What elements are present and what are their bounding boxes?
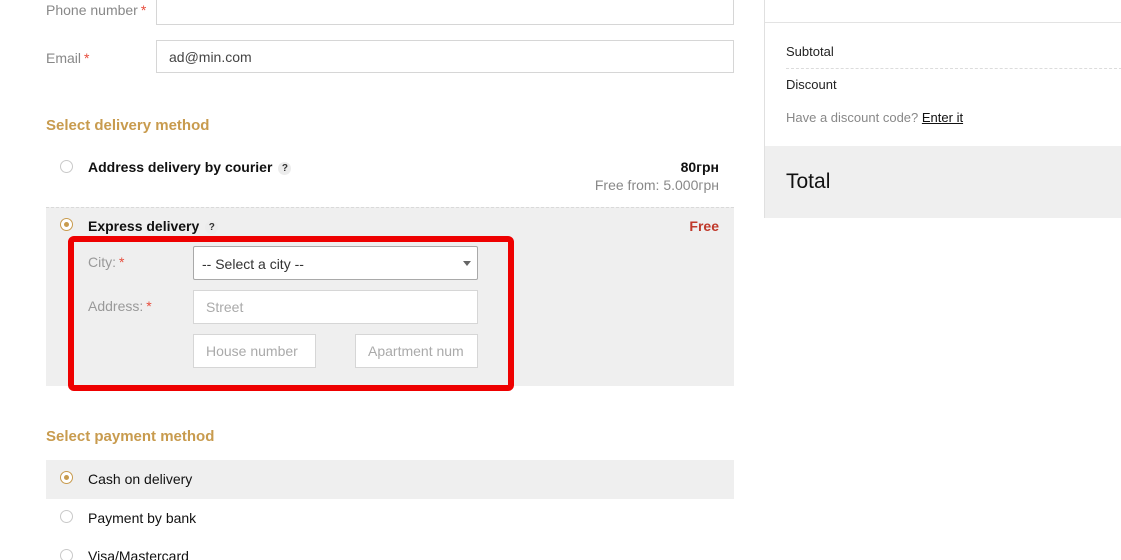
street-input[interactable] <box>193 290 478 324</box>
courier-price: 80грн <box>680 159 719 175</box>
payment-section-title: Select payment method <box>46 428 215 445</box>
email-label: Email * <box>46 50 89 66</box>
cash-label[interactable]: Cash on delivery <box>88 471 192 487</box>
summary-dashed-divider <box>786 68 1121 69</box>
express-help-icon[interactable]: ? <box>205 221 219 234</box>
checkout-page: Phone number* Email* Select delivery met… <box>0 0 1121 560</box>
total-label: Total <box>786 170 831 193</box>
enter-discount-link[interactable]: Enter it <box>922 110 963 125</box>
subtotal-label: Subtotal <box>786 44 834 59</box>
required-mark: * <box>146 298 152 314</box>
city-select[interactable]: -- Select a city -- <box>193 246 478 280</box>
phone-field[interactable] <box>156 0 734 25</box>
required-mark: * <box>140 2 147 18</box>
courier-label: Address delivery by courier <box>88 159 273 175</box>
bank-radio[interactable] <box>60 510 73 523</box>
cash-radio[interactable] <box>60 471 73 484</box>
phone-label-text: Phone number <box>46 2 138 18</box>
courier-radio[interactable] <box>60 160 73 173</box>
phone-label: Phone number * <box>46 2 146 18</box>
courier-option[interactable]: Address delivery by courier? <box>88 159 292 175</box>
city-select-value: -- Select a city -- <box>202 256 304 272</box>
express-label: Express delivery <box>88 218 200 234</box>
email-field[interactable] <box>156 40 734 73</box>
delivery-section-title: Select delivery method <box>46 117 210 134</box>
discount-label: Discount <box>786 77 837 92</box>
apartment-input[interactable] <box>355 334 478 368</box>
express-option[interactable]: Express delivery? <box>88 218 219 234</box>
order-summary: Subtotal Discount Have a discount code? … <box>764 0 1121 218</box>
total-band: Total <box>765 146 1121 218</box>
courier-free-from: Free from: 5.000грн <box>594 177 719 193</box>
required-mark: * <box>119 254 125 270</box>
card-label[interactable]: Visa/Mastercard <box>88 548 189 560</box>
house-number-input[interactable] <box>193 334 316 368</box>
discount-prompt-text: Have a discount code? <box>786 110 919 125</box>
city-label: City: * <box>88 254 124 270</box>
address-label-text: Address: <box>88 298 144 314</box>
express-radio[interactable] <box>60 218 73 231</box>
required-mark: * <box>84 50 90 66</box>
email-label-text: Email <box>46 50 82 66</box>
chevron-down-icon <box>463 261 471 266</box>
discount-prompt: Have a discount code? Enter it <box>786 110 963 125</box>
city-label-text: City: <box>88 254 116 270</box>
express-price: Free <box>689 218 719 234</box>
address-label: Address: * <box>88 298 152 314</box>
bank-label[interactable]: Payment by bank <box>88 510 196 526</box>
summary-divider <box>765 22 1121 23</box>
card-radio[interactable] <box>60 549 73 560</box>
courier-help-icon[interactable]: ? <box>278 162 292 175</box>
